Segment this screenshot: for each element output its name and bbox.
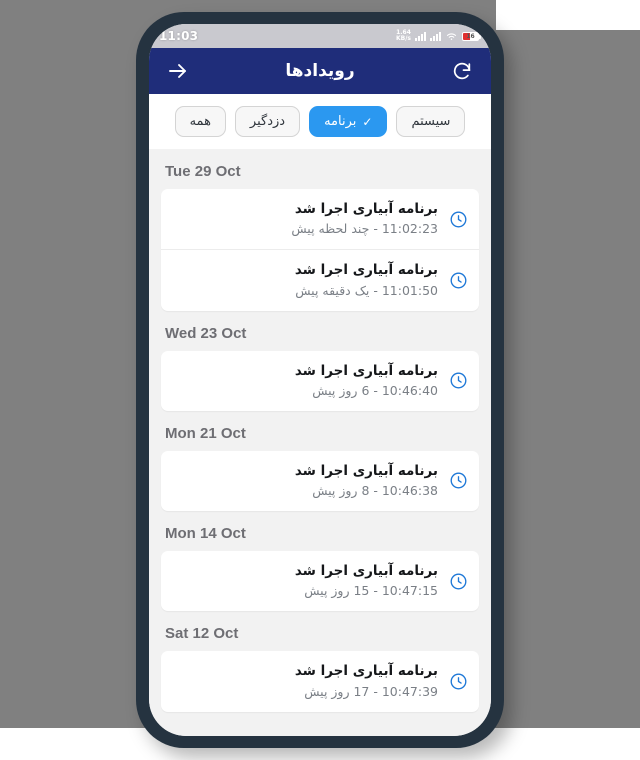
phone-mockup-frame: 11:03 1.64 KB/s 16 رویدادها سیستم ✓ برنا… [136, 12, 504, 748]
filter-chip-label: همه [189, 114, 211, 129]
event-row[interactable]: برنامه آبیاری اجرا شد 11:02:23 - چند لحظه… [161, 189, 479, 249]
phone-screen: 11:03 1.64 KB/s 16 رویدادها سیستم ✓ برنا… [149, 24, 491, 736]
refresh-icon[interactable] [449, 58, 475, 84]
event-title: برنامه آبیاری اجرا شد [294, 563, 438, 579]
wifi-icon [446, 32, 457, 40]
filter-chip-2[interactable]: دزدگیر [234, 106, 301, 137]
event-title: برنامه آبیاری اجرا شد [294, 201, 438, 217]
date-group-header: Sat 12 Oct [165, 625, 239, 643]
event-group-card: برنامه آبیاری اجرا شد 10:47:39 - 17 روز پ… [161, 651, 479, 712]
status-bar-indicators: 1.64 KB/s 16 [396, 30, 481, 42]
backdrop-gray-right [496, 30, 640, 728]
events-list: Tue 29 Oct برنامه آبیاری اجرا شد 11:02:23 … [149, 149, 491, 732]
event-title: برنامه آبیاری اجرا شد [294, 462, 438, 479]
network-rate-unit: KB/s [396, 35, 411, 42]
check-icon: ✓ [362, 114, 373, 129]
clock-icon [448, 671, 468, 691]
clock-icon [448, 270, 468, 290]
signal-bars-icon [415, 31, 426, 41]
event-row[interactable]: برنامه آبیاری اجرا شد 10:46:38 - 8 روز پی… [161, 451, 479, 511]
event-subtitle: 11:02:23 - چند لحظه پیش [291, 221, 438, 237]
event-text-block: برنامه آبیاری اجرا شد 10:47:15 - 15 روز پ… [172, 561, 438, 601]
event-row[interactable]: برنامه آبیاری اجرا شد 10:47:39 - 17 روز پ… [161, 651, 479, 711]
date-group-header: Wed 23 Oct [165, 324, 247, 342]
arrow-right-icon[interactable] [165, 58, 191, 84]
event-title: برنامه آبیاری اجرا شد [294, 262, 438, 279]
event-text-block: برنامه آبیاری اجرا شد 10:47:39 - 17 روز پ… [172, 661, 438, 701]
battery-icon: 16 [462, 31, 481, 41]
event-title: برنامه آبیاری اجرا شد [294, 663, 438, 680]
event-subtitle: 11:01:50 - یک دقیقه پیش [295, 282, 438, 298]
event-text-block: برنامه آبیاری اجرا شد 10:46:40 - 6 روز پی… [172, 361, 438, 401]
event-group-card: برنامه آبیاری اجرا شد 10:46:40 - 6 روز پی… [161, 350, 479, 411]
clock-icon [448, 471, 468, 491]
filter-chip-label: برنامه [324, 114, 357, 129]
page-title: رویدادها [285, 61, 355, 81]
app-content: سیستم ✓ برنامه دزدگیر همه Tue 29 Oct برنامه آ… [149, 94, 491, 736]
event-row[interactable]: برنامه آبیاری اجرا شد 10:46:40 - 6 روز پی… [161, 351, 479, 411]
event-group-card: برنامه آبیاری اجرا شد 10:46:38 - 8 روز پی… [161, 450, 479, 511]
event-text-block: برنامه آبیاری اجرا شد 11:01:50 - یک دقیقه… [172, 260, 438, 300]
date-group-header: Mon 14 Oct [165, 525, 246, 542]
event-title: برنامه آبیاری اجرا شد [294, 362, 438, 379]
clock-icon [448, 371, 468, 391]
clock-icon [448, 209, 468, 229]
filter-chip-0[interactable]: سیستم [396, 106, 466, 137]
filter-chip-1[interactable]: ✓ برنامه [309, 106, 388, 137]
filter-chip-row: سیستم ✓ برنامه دزدگیر همه [149, 94, 491, 149]
event-subtitle: 10:47:39 - 17 روز پیش [304, 683, 438, 699]
event-subtitle: 10:47:15 - 15 روز پیش [304, 583, 438, 599]
status-bar-clock: 11:03 [159, 29, 199, 43]
event-row[interactable]: برنامه آبیاری اجرا شد 10:47:15 - 15 روز پ… [161, 551, 479, 611]
event-text-block: برنامه آبیاری اجرا شد 10:46:38 - 8 روز پی… [172, 461, 438, 501]
date-group-header: Mon 21 Oct [165, 424, 246, 442]
event-subtitle: 10:46:40 - 6 روز پیش [312, 382, 438, 398]
clock-icon [448, 571, 468, 591]
filter-chip-label: دزدگیر [249, 114, 286, 129]
filter-chip-3[interactable]: همه [174, 106, 226, 137]
battery-level-label: 16 [466, 32, 475, 40]
event-group-card: برنامه آبیاری اجرا شد 10:47:15 - 15 روز پ… [161, 551, 479, 612]
event-group-card: برنامه آبیاری اجرا شد 11:02:23 - چند لحظه… [161, 189, 479, 311]
event-subtitle: 10:46:38 - 8 روز پیش [312, 483, 438, 498]
app-header-bar: رویدادها [149, 48, 491, 94]
signal-bars-icon [430, 31, 441, 41]
date-group-header: Tue 29 Oct [165, 163, 241, 180]
filter-chip-label: سیستم [411, 114, 451, 129]
event-row[interactable]: برنامه آبیاری اجرا شد 11:01:50 - یک دقیقه… [161, 249, 479, 310]
network-rate-indicator: 1.64 KB/s [396, 30, 411, 42]
status-bar: 11:03 1.64 KB/s 16 [149, 24, 491, 48]
event-text-block: برنامه آبیاری اجرا شد 11:02:23 - چند لحظه… [172, 199, 438, 239]
